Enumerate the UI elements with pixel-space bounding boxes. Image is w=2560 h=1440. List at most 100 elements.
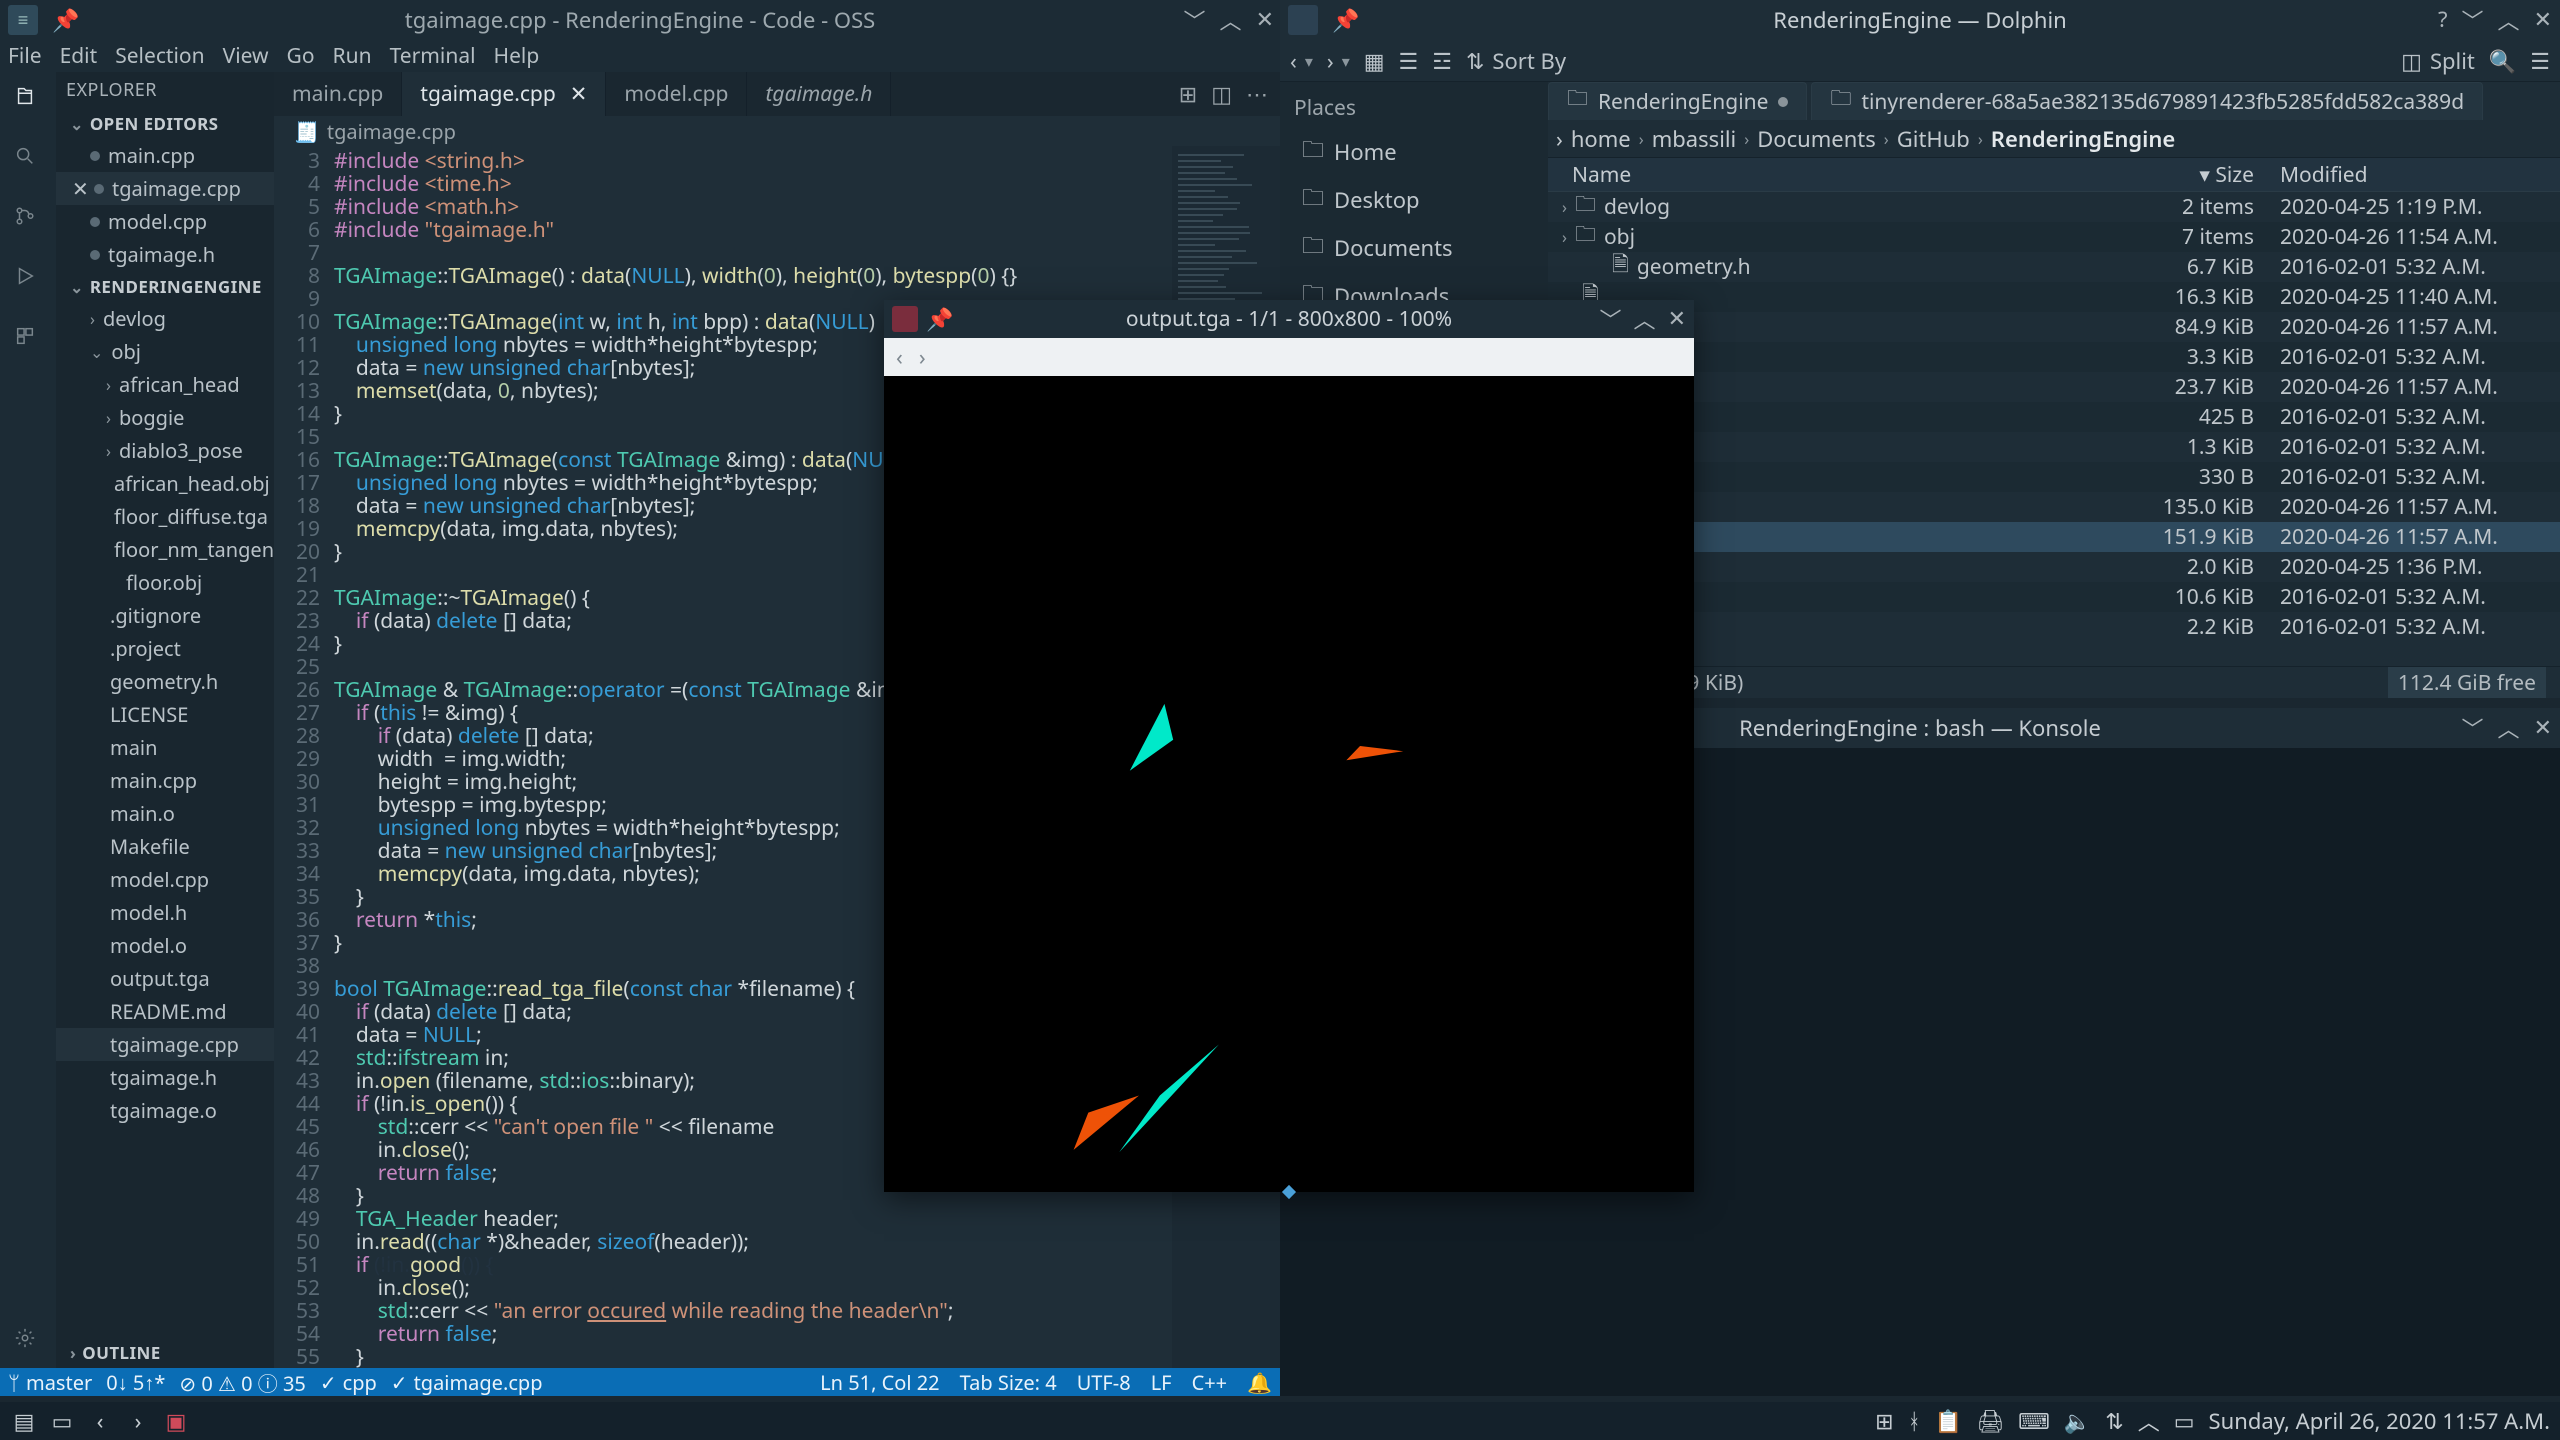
explorer-icon[interactable] <box>14 84 42 112</box>
location-tab[interactable]: 🗀RenderingEngine <box>1548 82 1807 120</box>
tree-item[interactable]: output.tga <box>56 962 274 995</box>
file-row[interactable]: 🗎 23.7 KiB 2020-04-26 11:57 A.M. <box>1548 372 2560 402</box>
printer-icon[interactable]: 🖨 <box>1976 1406 2004 1436</box>
maximize-button[interactable]: ︿ <box>2498 712 2520 744</box>
pin-icon[interactable]: 📌 <box>52 5 79 35</box>
run-debug-icon[interactable] <box>14 264 42 292</box>
minimize-button[interactable]: ﹀ <box>2462 712 2484 744</box>
maximize-button[interactable]: ︿ <box>1634 303 1656 335</box>
clock[interactable]: Sunday, April 26, 2020 11:57 A.M. <box>2209 1406 2550 1436</box>
breadcrumb-segment[interactable]: mbassili <box>1652 124 1737 154</box>
file-row[interactable]: ›🗀obj 7 items 2020-04-26 11:54 A.M. <box>1548 222 2560 252</box>
outline-section[interactable]: ›OUTLINE <box>56 1337 274 1368</box>
tree-item[interactable]: ›african_head <box>56 368 274 401</box>
menu-file[interactable]: File <box>8 42 42 70</box>
file-row[interactable]: 🗎 84.9 KiB 2020-04-26 11:57 A.M. <box>1548 312 2560 342</box>
details-view-icon[interactable]: ☲ <box>1432 46 1452 76</box>
tree-item[interactable]: .project <box>56 632 274 665</box>
gwenview-titlebar[interactable]: 📌 output.tga - 1/1 - 800x800 - 100% ﹀ ︿ … <box>884 300 1694 338</box>
search-icon[interactable]: 🔍 <box>2489 46 2516 76</box>
tab-size[interactable]: Tab Size: 4 <box>960 1369 1057 1396</box>
tree-item[interactable]: geometry.h <box>56 665 274 698</box>
project-section[interactable]: ⌄RENDERINGENGINE <box>56 271 274 302</box>
file-row[interactable]: 🗎e.h 2.2 KiB 2016-02-01 5:32 A.M. <box>1548 612 2560 642</box>
tree-item[interactable]: model.o <box>56 929 274 962</box>
file-row[interactable]: 🗎 425 B 2016-02-01 5:32 A.M. <box>1548 402 2560 432</box>
close-button[interactable]: ✕ <box>1256 4 1274 36</box>
back-history-icon[interactable]: ▾ <box>1305 50 1313 72</box>
open-editor-item[interactable]: ✕tgaimage.cpp <box>56 172 274 205</box>
cursor-pos[interactable]: Ln 51, Col 22 <box>820 1369 939 1396</box>
tree-item[interactable]: ›devlog <box>56 302 274 335</box>
sort-by-button[interactable]: ⇅ Sort By <box>1466 46 1566 76</box>
close-button[interactable]: ✕ <box>2534 4 2552 36</box>
tree-item[interactable]: ⌄obj <box>56 335 274 368</box>
icons-view-icon[interactable]: ▦ <box>1364 46 1385 76</box>
editor-tab[interactable]: model.cpp <box>606 72 747 116</box>
minimize-button[interactable]: ﹀ <box>1600 303 1622 335</box>
language-mode[interactable]: C++ <box>1192 1369 1228 1396</box>
prev-image-icon[interactable]: ‹ <box>896 342 903 372</box>
maximize-button[interactable]: ︿ <box>1220 4 1242 36</box>
taskbar-nav-right-icon[interactable]: › <box>124 1407 152 1435</box>
notifications-bell-icon[interactable]: 🔔 <box>1247 1369 1272 1396</box>
lang-chip[interactable]: ✓ cpp <box>320 1369 377 1396</box>
place-item[interactable]: 🗀Desktop <box>1280 176 1548 224</box>
tree-item[interactable]: tgaimage.o <box>56 1094 274 1127</box>
taskbar-app-icon[interactable]: ▣ <box>162 1407 190 1435</box>
place-item[interactable]: 🗀Documents <box>1280 224 1548 272</box>
split-editor-icon[interactable]: ◫ <box>1211 79 1232 109</box>
file-chip[interactable]: ✓ tgaimage.cpp <box>391 1369 543 1396</box>
tray-icon[interactable]: ⊞ <box>1875 1406 1893 1436</box>
minimize-button[interactable]: ﹀ <box>2462 4 2484 36</box>
file-row[interactable]: 🗎ga 151.9 KiB 2020-04-26 11:57 A.M. <box>1548 522 2560 552</box>
image-canvas[interactable] <box>884 376 1694 1192</box>
extensions-icon[interactable] <box>14 324 42 352</box>
help-button[interactable]: ? <box>2438 4 2448 36</box>
git-sync[interactable]: 0↓ 5↑* <box>106 1369 165 1396</box>
more-actions-icon[interactable]: ⋯ <box>1246 79 1268 109</box>
tree-item[interactable]: README.md <box>56 995 274 1028</box>
place-item[interactable]: 🗀Home <box>1280 128 1548 176</box>
tree-item[interactable]: tgaimage.cpp <box>56 1028 274 1061</box>
tree-item[interactable]: tgaimage.h <box>56 1061 274 1094</box>
maximize-button[interactable]: ︿ <box>2498 4 2520 36</box>
tree-item[interactable]: floor_nm_tangent.tga <box>56 533 274 566</box>
tree-item[interactable]: floor_diffuse.tga <box>56 500 274 533</box>
chevron-right-icon[interactable]: › <box>1562 226 1567 248</box>
tree-item[interactable]: .gitignore <box>56 599 274 632</box>
close-tab-icon[interactable]: ✕ <box>570 80 588 108</box>
search-icon[interactable] <box>14 144 42 172</box>
settings-gear-icon[interactable] <box>14 1326 42 1354</box>
pin-icon[interactable]: 📌 <box>926 304 953 334</box>
tree-item[interactable]: floor.obj <box>56 566 274 599</box>
breadcrumb-segment[interactable]: home <box>1571 124 1631 154</box>
hamburger-menu-icon[interactable]: ☰ <box>2530 46 2550 76</box>
location-tab[interactable]: 🗀tinyrenderer-68a5ae382135d679891423fb52… <box>1811 82 2483 120</box>
taskbar-nav-left-icon[interactable]: ‹ <box>86 1407 114 1435</box>
menu-edit[interactable]: Edit <box>60 42 98 70</box>
file-list-header[interactable]: Name ▾ Size Modified <box>1548 158 2560 192</box>
editor-tab[interactable]: main.cpp <box>274 72 402 116</box>
file-row[interactable]: 🗎 135.0 KiB 2020-04-26 11:57 A.M. <box>1548 492 2560 522</box>
breadcrumb[interactable]: ›home›mbassili›Documents›GitHub›Renderin… <box>1548 120 2560 158</box>
root-chevron-icon[interactable]: › <box>1556 124 1563 154</box>
menu-selection[interactable]: Selection <box>115 42 204 70</box>
breadcrumb-segment[interactable]: Documents <box>1757 124 1876 154</box>
split-button[interactable]: ◫ Split <box>2401 46 2475 76</box>
tree-item[interactable]: model.cpp <box>56 863 274 896</box>
menu-help[interactable]: Help <box>494 42 540 70</box>
menu-terminal[interactable]: Terminal <box>390 42 476 70</box>
file-row[interactable]: 🗎 3.3 KiB 2016-02-01 5:32 A.M. <box>1548 342 2560 372</box>
gwenview-window[interactable]: 📌 output.tga - 1/1 - 800x800 - 100% ﹀ ︿ … <box>884 300 1694 1192</box>
forward-button[interactable]: › <box>1327 46 1334 76</box>
source-control-icon[interactable] <box>14 204 42 232</box>
git-branch[interactable]: ᛘ master <box>8 1369 92 1396</box>
network-icon[interactable]: ⇅ <box>2105 1406 2123 1436</box>
breadcrumb-segment[interactable]: GitHub <box>1897 124 1970 154</box>
editor-tab[interactable]: tgaimage.h <box>747 72 891 116</box>
menu-go[interactable]: Go <box>287 42 315 70</box>
volume-icon[interactable]: 🔈 <box>2064 1406 2091 1436</box>
notifications-icon[interactable]: ▭ <box>2174 1406 2195 1436</box>
dolphin-titlebar[interactable]: 📌 RenderingEngine — Dolphin ? ﹀ ︿ ✕ <box>1280 0 2560 40</box>
